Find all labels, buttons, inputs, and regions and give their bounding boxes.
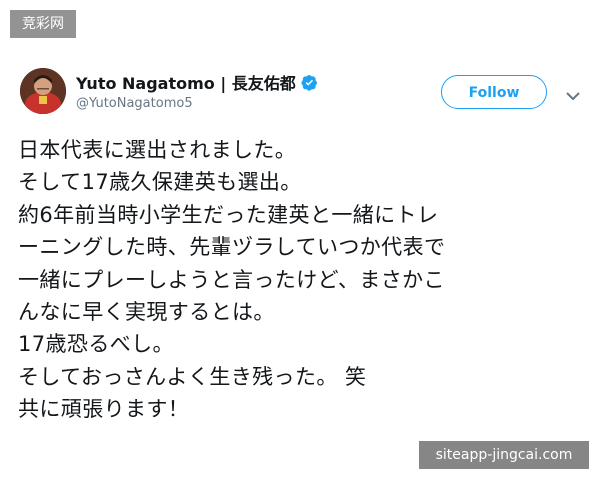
display-name-row: Yuto Nagatomo | 長友佑都 xyxy=(76,71,396,93)
follow-button[interactable]: Follow xyxy=(441,75,547,109)
tweet-line: 日本代表に選出されました。 xyxy=(18,138,297,162)
name-block: Yuto Nagatomo | 長友佑都 @YutoNagatomo5 xyxy=(76,71,396,111)
tweet-header: Yuto Nagatomo | 長友佑都 @YutoNagatomo5 Foll… xyxy=(20,68,586,120)
tweet-line: ーニングした時、先輩ヅラしていつか代表で xyxy=(18,235,446,260)
watermark-top: 竞彩网 xyxy=(10,10,76,38)
chevron-down-icon[interactable] xyxy=(565,86,581,101)
tweet-line: 17歳恐るべし。 xyxy=(18,332,174,357)
tweet-body: 日本代表に選出されました。 そして17歳久保建英も選出。 約6年前当時小学生だっ… xyxy=(18,134,588,426)
tweet-line: 一緒にプレーしようと言ったけど、まさかこ xyxy=(18,267,445,292)
tweet-line: そしておっさんよく生き残った。 笑 xyxy=(18,364,367,389)
tweet-line: 共に頑張ります！ xyxy=(18,397,190,422)
avatar[interactable] xyxy=(20,68,66,114)
display-name[interactable]: Yuto Nagatomo | 長友佑都 xyxy=(76,70,296,94)
handle[interactable]: @YutoNagatomo5 xyxy=(76,96,396,111)
tweet-line: そして17歳久保建英も選出。 xyxy=(18,170,302,195)
tweet-line: んなに早く実現するとは。 xyxy=(18,300,275,325)
verified-badge-icon xyxy=(301,74,318,91)
tweet-line: 約6年前当時小学生だった建英と一緒にトレ xyxy=(18,202,439,227)
watermark-bottom: siteapp-jingcai.com xyxy=(419,441,589,469)
